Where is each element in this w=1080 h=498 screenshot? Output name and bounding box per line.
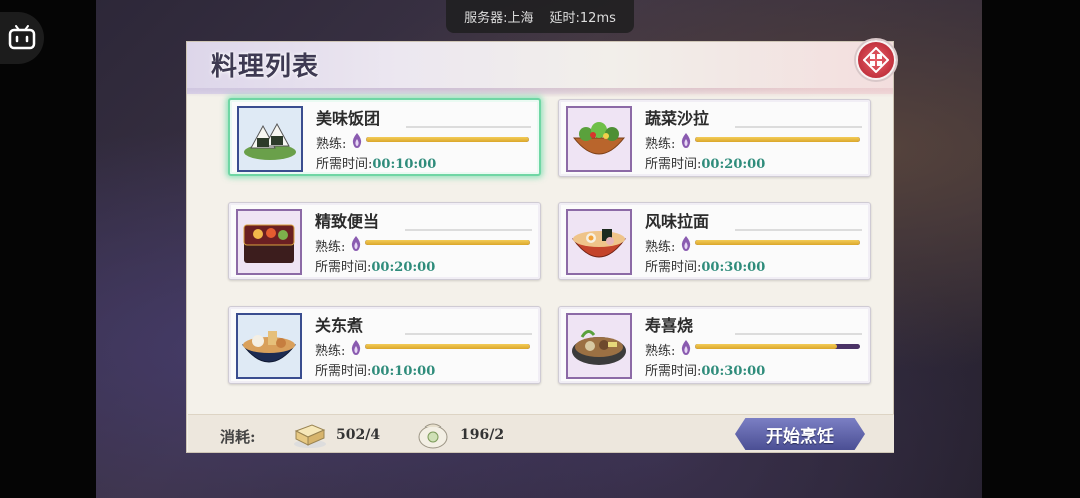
time-needed: 所需时间:00:30:00 <box>645 360 765 379</box>
flame-icon <box>350 236 362 251</box>
seasoning-bag-icon <box>416 419 450 449</box>
panel-title: 料理列表 <box>211 52 320 82</box>
proficiency-bar <box>695 240 860 245</box>
close-icon <box>863 47 889 73</box>
oden-icon <box>236 313 302 379</box>
cost-footer: 消耗: 502/4 196/2 开始烹饪 <box>188 414 894 452</box>
salad-icon <box>566 106 632 172</box>
proficiency-bar <box>695 344 860 349</box>
proficiency-bar-fill <box>365 240 530 245</box>
recipe-card[interactable]: 风味拉面 熟练: 所需时间:00:30:00 <box>558 202 871 280</box>
time-needed: 所需时间:00:10:00 <box>315 360 435 379</box>
time-label: 所需时间: <box>315 260 372 275</box>
proficiency-label: 熟练: <box>645 137 676 152</box>
proficiency-bar-fill <box>366 137 529 142</box>
time-label: 所需时间: <box>316 157 373 172</box>
time-needed: 所需时间:00:20:00 <box>315 256 435 275</box>
time-label: 所需时间: <box>645 364 702 379</box>
recipe-card[interactable]: 精致便当 熟练: 所需时间:00:20:00 <box>228 202 541 280</box>
flame-icon <box>680 236 692 251</box>
onigiri-icon <box>237 106 303 172</box>
proficiency-bar <box>365 240 530 245</box>
time-value: 00:30:00 <box>701 260 766 275</box>
recipe-name: 风味拉面 <box>645 212 710 231</box>
recipe-name: 美味饭团 <box>316 109 381 128</box>
time-label: 所需时间: <box>645 260 702 275</box>
recipe-list-panel: 料理列表 美味饭团 熟练: 所需时间:00:10:00 蔬菜沙拉 熟练: 所需时间:00:… <box>186 41 894 453</box>
rice-box-icon <box>292 419 328 449</box>
time-value: 00:10:00 <box>371 364 436 379</box>
divider <box>735 126 862 128</box>
right-letterbox <box>982 0 1080 498</box>
recipe-card[interactable]: 美味饭团 熟练: 所需时间:00:10:00 <box>228 98 541 176</box>
proficiency-label: 熟练: <box>315 344 346 359</box>
proficiency-bar-fill <box>695 240 860 245</box>
ramen-icon <box>566 209 632 275</box>
server-text: 服务器:上海 <box>464 11 534 26</box>
recipe-card[interactable]: 寿喜烧 熟练: 所需时间:00:30:00 <box>558 306 871 384</box>
time-value: 00:30:00 <box>701 364 766 379</box>
flame-icon <box>351 133 363 148</box>
divider <box>405 229 532 231</box>
proficiency-label: 熟练: <box>645 344 676 359</box>
divider <box>735 229 862 231</box>
seasoning-count: 196/2 <box>460 427 505 443</box>
proficiency-bar-fill <box>695 344 837 349</box>
proficiency-bar <box>365 344 530 349</box>
server-status-bar: 服务器:上海 延时:12ms <box>446 0 634 33</box>
recipe-name: 寿喜烧 <box>645 316 694 335</box>
proficiency-bar <box>695 137 860 142</box>
bento-icon <box>236 209 302 275</box>
close-button[interactable] <box>856 40 896 80</box>
divider <box>406 126 531 128</box>
flame-icon <box>350 340 362 355</box>
proficiency-bar-fill <box>695 137 860 142</box>
recipe-name: 关东煮 <box>315 316 364 335</box>
cost-label: 消耗: <box>220 428 256 446</box>
flame-icon <box>680 340 692 355</box>
proficiency-label: 熟练: <box>645 240 676 255</box>
sukiyaki-icon <box>566 313 632 379</box>
divider <box>735 333 862 335</box>
time-label: 所需时间: <box>645 157 702 172</box>
time-value: 00:10:00 <box>372 157 437 172</box>
rice-count: 502/4 <box>336 427 381 443</box>
proficiency-label: 熟练: <box>316 137 347 152</box>
panel-header: 料理列表 <box>187 42 893 100</box>
recipe-name: 精致便当 <box>315 212 380 231</box>
recipe-card[interactable]: 蔬菜沙拉 熟练: 所需时间:00:20:00 <box>558 99 871 177</box>
start-cooking-button[interactable]: 开始烹饪 <box>735 418 865 450</box>
time-label: 所需时间: <box>315 364 372 379</box>
proficiency-bar-fill <box>365 344 530 349</box>
time-needed: 所需时间:00:30:00 <box>645 256 765 275</box>
proficiency-label: 熟练: <box>315 240 346 255</box>
latency-text: 延时:12ms <box>549 11 616 26</box>
divider <box>405 333 532 335</box>
time-needed: 所需时间:00:10:00 <box>316 153 436 172</box>
recipe-name: 蔬菜沙拉 <box>645 109 710 128</box>
time-needed: 所需时间:00:20:00 <box>645 153 765 172</box>
recipe-card[interactable]: 关东煮 熟练: 所需时间:00:10:00 <box>228 306 541 384</box>
time-value: 00:20:00 <box>701 157 766 172</box>
proficiency-bar <box>366 137 529 142</box>
time-value: 00:20:00 <box>371 260 436 275</box>
left-letterbox <box>0 0 96 498</box>
flame-icon <box>680 133 692 148</box>
